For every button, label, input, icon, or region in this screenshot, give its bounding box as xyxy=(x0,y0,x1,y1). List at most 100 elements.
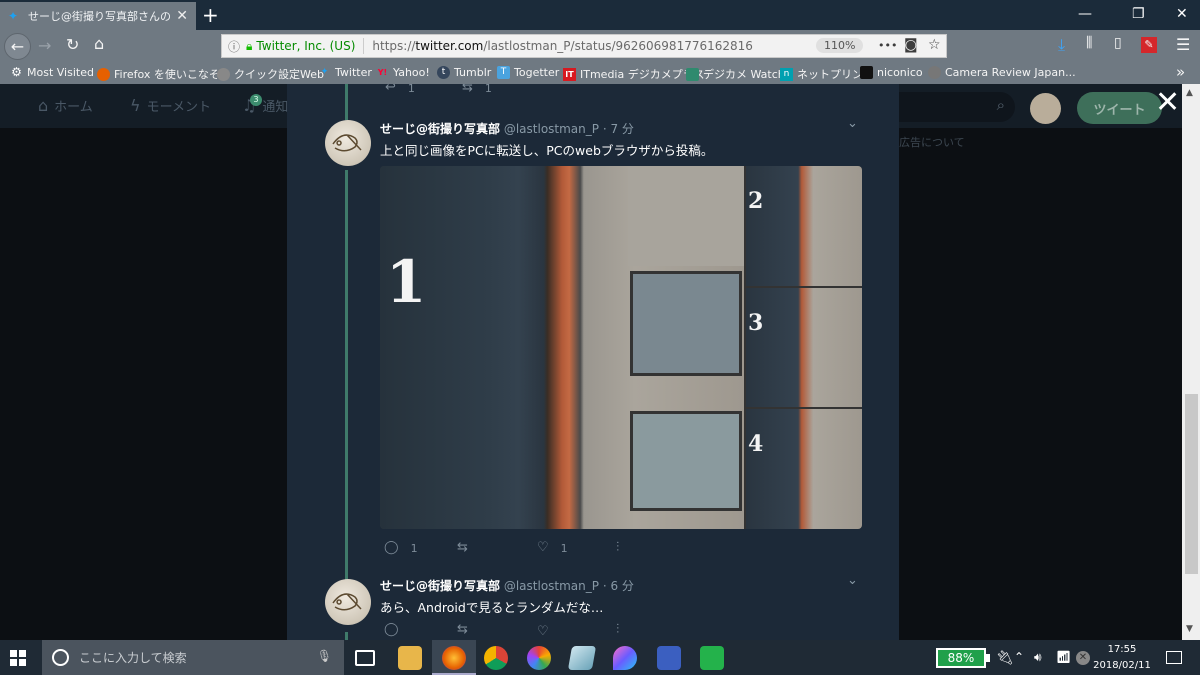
line-icon[interactable] xyxy=(700,646,724,670)
bookmark-quick-settings[interactable]: クイック設定Web xyxy=(217,66,324,82)
firefox-taskbar-button[interactable] xyxy=(432,640,476,675)
volume-icon[interactable]: 🔊︎ xyxy=(1034,650,1042,665)
taskbar-clock[interactable]: 17:55 2018/02/11 xyxy=(1092,642,1152,674)
tweet-avatar[interactable] xyxy=(325,120,371,166)
photo-3[interactable]: 3 xyxy=(746,288,862,407)
prev-reply-action[interactable]: ↩ 1 xyxy=(385,84,415,95)
scroll-up-icon[interactable]: ▲ xyxy=(1186,88,1193,98)
close-overlay-button[interactable]: ✕ xyxy=(1155,88,1180,118)
url-bar[interactable]: ⓘ 🔒︎ Twitter, Inc. (US) https://twitter.… xyxy=(221,34,947,58)
bookmark-star-icon[interactable]: ☆ xyxy=(928,37,941,53)
scroll-down-icon[interactable]: ▼ xyxy=(1186,624,1193,634)
ads-info-link[interactable]: 広告について xyxy=(899,134,965,150)
tweet-avatar[interactable] xyxy=(325,579,371,625)
reload-button[interactable]: ↻ xyxy=(66,35,79,54)
paint3d-icon[interactable] xyxy=(613,646,637,670)
file-explorer-icon[interactable] xyxy=(398,646,422,670)
chrome-icon[interactable] xyxy=(484,646,508,670)
nav-home[interactable]: ⌂ ホーム xyxy=(38,96,93,115)
photo-2[interactable]: 2 xyxy=(746,166,862,286)
menu-icon[interactable]: ☰ xyxy=(1176,35,1190,54)
task-view-icon[interactable] xyxy=(355,650,375,666)
back-button[interactable]: ← xyxy=(4,33,31,60)
tweet-menu-caret-icon[interactable]: ⌄ xyxy=(847,116,858,131)
url-scheme: https:// xyxy=(372,39,416,53)
power-plug-icon[interactable]: 🔌︎ xyxy=(996,650,1014,666)
page-scrollbar[interactable]: ▲ ▼ xyxy=(1182,84,1200,640)
close-window-button[interactable]: ✕ xyxy=(1176,6,1188,22)
notepad-icon[interactable] xyxy=(567,646,597,670)
pocket-icon[interactable]: ◙ xyxy=(904,37,918,53)
forward-button[interactable]: → xyxy=(38,36,51,55)
minimize-button[interactable]: — xyxy=(1078,6,1092,22)
tweet-author-name[interactable]: せーじ@街撮り写真部 xyxy=(380,122,500,136)
battery-indicator[interactable]: 88% xyxy=(936,648,990,668)
tweet-photo-grid[interactable]: 1 2 3 4 xyxy=(380,166,862,529)
tweet-button[interactable]: ツイート xyxy=(1077,92,1162,124)
tweet: せーじ@街撮り写真部 @lastlostman_P · 7 分 上と同じ画像をP… xyxy=(380,120,713,159)
action-center-icon[interactable] xyxy=(1166,651,1182,664)
tweet-time[interactable]: · 7 分 xyxy=(603,122,634,136)
tray-expand-icon[interactable]: ⌃ xyxy=(1014,650,1024,664)
photo-4[interactable]: 4 xyxy=(746,409,862,529)
tweet-menu-caret-icon[interactable]: ⌄ xyxy=(847,573,858,588)
new-tab-button[interactable]: + xyxy=(202,4,219,26)
info-icon[interactable]: ⓘ xyxy=(228,38,240,55)
bookmark-twitter[interactable]: ✦ Twitter xyxy=(318,66,372,79)
app-2-icon[interactable] xyxy=(657,646,681,670)
site-identity[interactable]: Twitter, Inc. (US) xyxy=(256,39,355,53)
microphone-icon[interactable]: 🎙︎ xyxy=(317,649,332,663)
bookmark-label: Togetter xyxy=(514,66,560,79)
download-icon[interactable]: ⤓ xyxy=(1058,35,1065,55)
like-action[interactable]: ♡ xyxy=(537,624,549,639)
tweet-handle[interactable]: @lastlostman_P xyxy=(504,579,599,593)
zoom-level[interactable]: 110% xyxy=(816,38,864,53)
gear-icon: ⚙ xyxy=(11,65,22,79)
bookmark-dc-watch[interactable]: デジカメ Watch xyxy=(686,66,785,82)
bookmark-togetter[interactable]: T Togetter xyxy=(497,66,559,79)
retweet-action[interactable]: ⇆ xyxy=(457,622,468,637)
like-action[interactable]: ♡ 1 xyxy=(537,540,568,555)
wifi-icon[interactable]: 📶︎ xyxy=(1056,650,1071,664)
analytics-action[interactable]: ⫶ xyxy=(616,622,619,637)
globe-icon xyxy=(217,67,230,81)
browser-tab[interactable]: ✦ せーじ@街撮り写真部さんのツイート ✕ xyxy=(0,2,196,30)
sidebar-icon[interactable]: ▯ xyxy=(1114,35,1122,51)
tweet-author-name[interactable]: せーじ@街撮り写真部 xyxy=(380,579,500,593)
close-tab-icon[interactable]: ✕ xyxy=(176,8,188,24)
home-button[interactable]: ⌂ xyxy=(94,34,104,53)
prev-retweet-action[interactable]: ⇆ 1 xyxy=(462,84,492,95)
bookmark-tumblr[interactable]: t Tumblr xyxy=(437,66,491,79)
search-input[interactable]: ⌕ xyxy=(880,92,1015,122)
picasa-icon[interactable] xyxy=(527,646,551,670)
restore-button[interactable]: ❐ xyxy=(1132,6,1145,22)
start-button[interactable] xyxy=(10,650,26,666)
bookmark-niconico[interactable]: niconico xyxy=(860,66,923,79)
reply-action[interactable]: ◯ xyxy=(384,622,399,637)
home-icon: ⌂ xyxy=(38,96,49,115)
bookmark-itmedia[interactable]: IT ITmedia デジカメプラス xyxy=(563,66,705,82)
search-icon[interactable]: ⌕ xyxy=(997,96,1005,114)
addon-icon[interactable]: ✎ xyxy=(1141,37,1157,53)
bookmark-yahoo[interactable]: Y! Yahoo! xyxy=(376,66,430,79)
photo-1[interactable]: 1 xyxy=(380,166,744,529)
tweet-time[interactable]: · 6 分 xyxy=(603,579,634,593)
tweet-handle[interactable]: @lastlostman_P xyxy=(504,122,599,136)
bookmarks-overflow-button[interactable]: » xyxy=(1176,63,1185,81)
nav-notifications[interactable]: ♫ 通知 xyxy=(242,96,288,115)
page-actions-icon[interactable]: ••• xyxy=(878,39,897,52)
network-error-icon[interactable]: ✕ xyxy=(1076,651,1090,665)
nav-moments[interactable]: ϟ モーメント xyxy=(130,96,211,115)
taskbar-search[interactable]: ここに入力して検索 🎙︎ xyxy=(42,640,344,675)
bookmark-most-visited[interactable]: ⚙ Most Visited xyxy=(10,65,94,80)
reply-action[interactable]: ◯ 1 xyxy=(384,540,418,555)
analytics-action[interactable]: ⫶ xyxy=(616,540,619,555)
scrollbar-thumb[interactable] xyxy=(1185,394,1198,574)
divider xyxy=(363,38,365,54)
library-icon[interactable]: ⫼ xyxy=(1086,35,1092,51)
reply-icon: ◯ xyxy=(384,540,399,555)
bookmark-camera-review[interactable]: Camera Review Japan... xyxy=(928,66,1076,79)
bookmark-firefox[interactable]: Firefox を使いこなそう xyxy=(97,66,231,82)
profile-avatar[interactable] xyxy=(1030,93,1061,124)
retweet-action[interactable]: ⇆ xyxy=(457,540,468,555)
